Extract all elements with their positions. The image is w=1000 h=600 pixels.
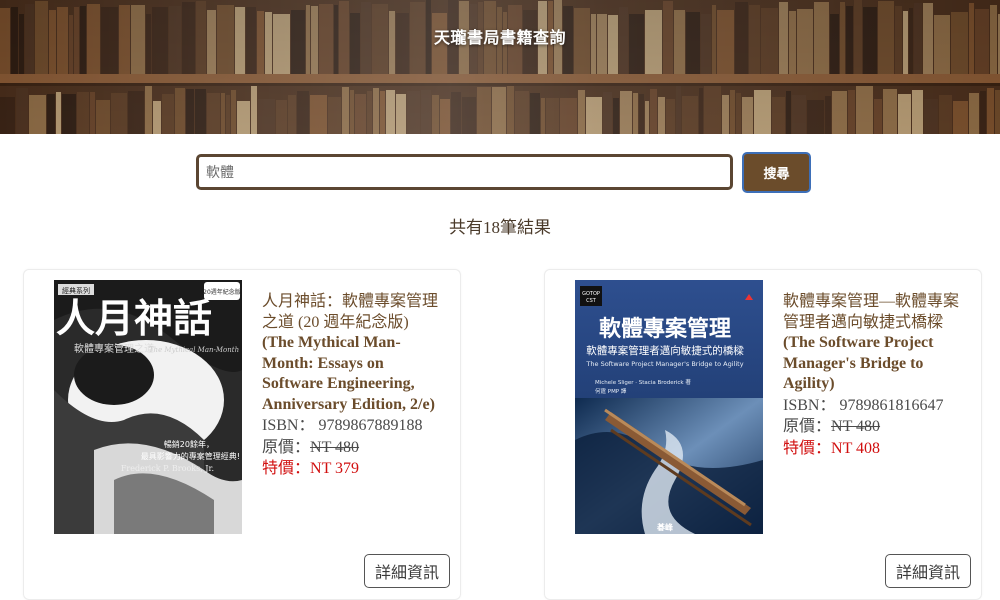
cover-title: 人月神話 [56, 296, 212, 342]
original-price-row: 原價：NT 480 [262, 437, 442, 459]
isbn-label: ISBN： [262, 417, 315, 434]
original-price-row: 原價：NT 480 [783, 416, 963, 438]
cover-subtitle: 軟體專案管理之道 [74, 342, 154, 355]
cover-subtitle: 軟體專案管理者邁向敏捷式的橋樑 [586, 344, 744, 357]
cover-translator: 何霆 PMP 譯 [595, 387, 627, 395]
isbn-row: ISBN： 9789861816647 [783, 395, 963, 417]
cover-publisher: 碁峰 [656, 522, 673, 532]
cover-english-title: The Mythical Man-Month [149, 346, 239, 354]
book-title-en: (The Software Project Manager's Bridge t… [783, 334, 934, 392]
book-card: 經典系列 人月神話 軟體專案管理之道 The Mythical Man-Mont… [23, 269, 461, 600]
sale-price-row: 特價：NT 379 [262, 458, 442, 480]
svg-text:GOTOP: GOTOP [582, 291, 600, 297]
book-title[interactable]: 人月神話：軟體專案管理之道 (20 週年紀念版) (The Mythical M… [262, 292, 442, 415]
banner-title: 天瓏書局書籍查詢 [433, 28, 566, 47]
original-price-value: NT 480 [310, 438, 360, 456]
isbn-value: 9789861816647 [839, 396, 944, 414]
cover-tag: 經典系列 [62, 286, 90, 295]
book-title[interactable]: 軟體專案管理—軟體專案管理者邁向敏捷式橋樑 (The Software Proj… [783, 292, 963, 395]
cover-english-title: The Software Project Manager's Bridge to… [585, 360, 743, 368]
cover-blurb-1: 暢銷20餘年， [164, 439, 214, 449]
isbn-value: 9789867889188 [318, 417, 423, 434]
search-input[interactable] [196, 154, 733, 190]
sale-price-value: NT 408 [831, 439, 881, 457]
book-cover-software-project-management[interactable]: GOTOP CST 軟體專案管理 軟體專案管理者邁向敏捷式的橋樑 The Sof… [575, 280, 763, 534]
book-card: GOTOP CST 軟體專案管理 軟體專案管理者邁向敏捷式的橋樑 The Sof… [544, 269, 982, 600]
sale-price-row: 特價：NT 408 [783, 438, 963, 460]
cover-badge: 20週年紀念版 [203, 288, 241, 296]
svg-text:CST: CST [586, 298, 597, 304]
sale-price-value: NT 379 [310, 460, 360, 477]
cover-author: Frederick P. Brooks, Jr. [121, 464, 214, 473]
isbn-label: ISBN： [783, 396, 836, 414]
book-title-en: (The Mythical Man-Month: Essays on Softw… [262, 334, 435, 413]
book-title-zh: 軟體專案管理—軟體專案管理者邁向敏捷式橋樑 [783, 293, 960, 331]
sale-price-label: 特價： [783, 439, 832, 457]
book-cover-mythical-man-month[interactable]: 經典系列 人月神話 軟體專案管理之道 The Mythical Man-Mont… [54, 280, 242, 534]
detail-button[interactable]: 詳細資訊 [884, 554, 971, 588]
search-button[interactable]: 搜尋 [742, 152, 811, 193]
sale-price-label: 特價： [262, 460, 311, 477]
book-info: 軟體專案管理—軟體專案管理者邁向敏捷式橋樑 (The Software Proj… [783, 292, 963, 459]
header-banner: 天瓏書局書籍查詢 [0, 0, 1000, 134]
book-title-zh: 人月神話：軟體專案管理之道 (20 週年紀念版) [262, 293, 439, 331]
detail-button[interactable]: 詳細資訊 [363, 554, 450, 588]
isbn-row: ISBN： 9789867889188 [262, 415, 442, 437]
book-info: 人月神話：軟體專案管理之道 (20 週年紀念版) (The Mythical M… [262, 292, 442, 480]
original-price-label: 原價： [783, 418, 832, 435]
original-price-value: NT 480 [831, 418, 881, 435]
cover-title: 軟體專案管理 [599, 316, 731, 342]
original-price-label: 原價： [262, 438, 311, 456]
result-count: 共有18筆結果 [449, 218, 551, 237]
cover-blurb-2: 最具影響力的專案管理經典! [141, 451, 240, 461]
bookshelf-banner-image [0, 0, 1000, 134]
cover-authors: Michele Sliger · Stacia Broderick 著 [595, 378, 691, 386]
